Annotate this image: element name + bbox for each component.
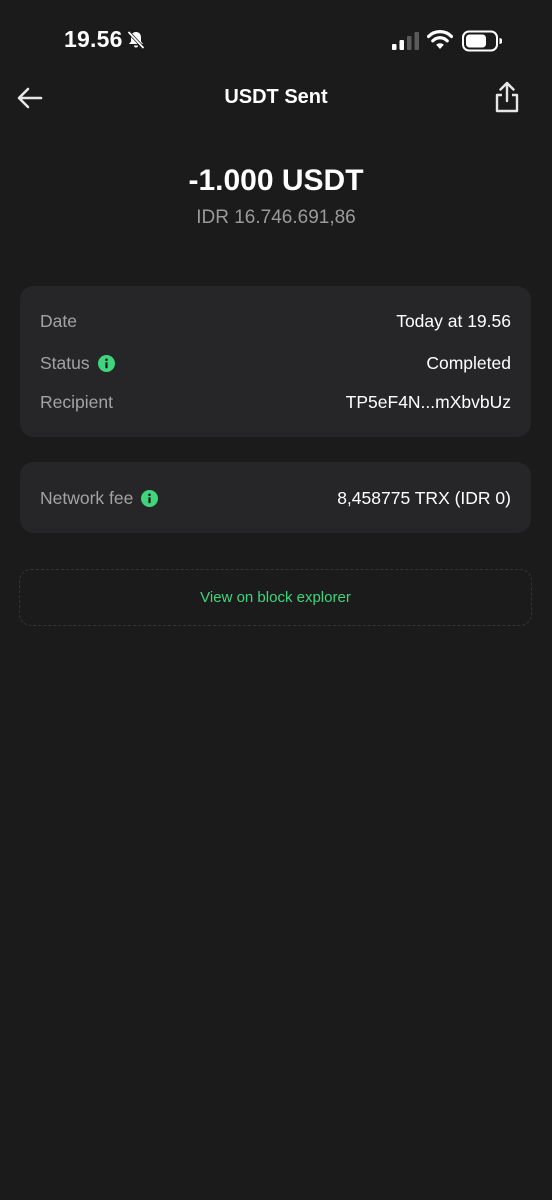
detail-row-status: Status Completed xyxy=(40,351,511,375)
bell-muted-icon xyxy=(127,30,145,50)
detail-row-date: Date Today at 19.56 xyxy=(40,309,511,333)
share-icon[interactable] xyxy=(492,80,522,114)
navigation-header: USDT Sent xyxy=(0,78,552,120)
page-title: USDT Sent xyxy=(224,86,328,108)
detail-value: Today at 19.56 xyxy=(396,310,511,331)
transaction-amount: -1.000 USDT xyxy=(188,164,364,197)
fee-label-group: Network fee xyxy=(40,487,159,509)
fee-value: 8,458775 TRX (IDR 0) xyxy=(337,487,511,508)
recipient-address[interactable]: TP5eF4N...mXbvbUz xyxy=(346,392,511,413)
detail-value: Completed xyxy=(426,352,511,373)
detail-label-status: Status xyxy=(40,353,115,374)
detail-label: Date xyxy=(40,310,77,331)
network-fee-card: Network fee 8,458775 TRX (IDR 0) xyxy=(20,462,531,533)
detail-label: Status xyxy=(40,352,90,373)
transaction-details-card: Date Today at 19.56 Status Completed Rec… xyxy=(20,286,531,437)
battery-icon xyxy=(462,30,502,52)
detail-row-network-fee: Network fee 8,458775 TRX (IDR 0) xyxy=(40,486,511,510)
info-icon[interactable] xyxy=(141,489,159,507)
signal-icon xyxy=(392,32,419,50)
detail-label: Recipient xyxy=(40,391,113,412)
status-bar: 19.56 xyxy=(0,0,552,80)
transaction-amount-fiat: IDR 16.746.691,86 xyxy=(196,207,356,228)
transaction-detail-screen: 19.56 USDT Sent -1.000 USDT IDR 16.746.6… xyxy=(0,0,552,1200)
view-block-explorer-button[interactable]: View on block explorer xyxy=(19,569,532,626)
fee-label: Network fee xyxy=(40,487,134,508)
info-icon[interactable] xyxy=(97,354,115,372)
detail-row-recipient: Recipient TP5eF4N...mXbvbUz xyxy=(40,390,511,414)
wifi-icon xyxy=(427,30,453,49)
status-time: 19.56 xyxy=(64,26,123,52)
